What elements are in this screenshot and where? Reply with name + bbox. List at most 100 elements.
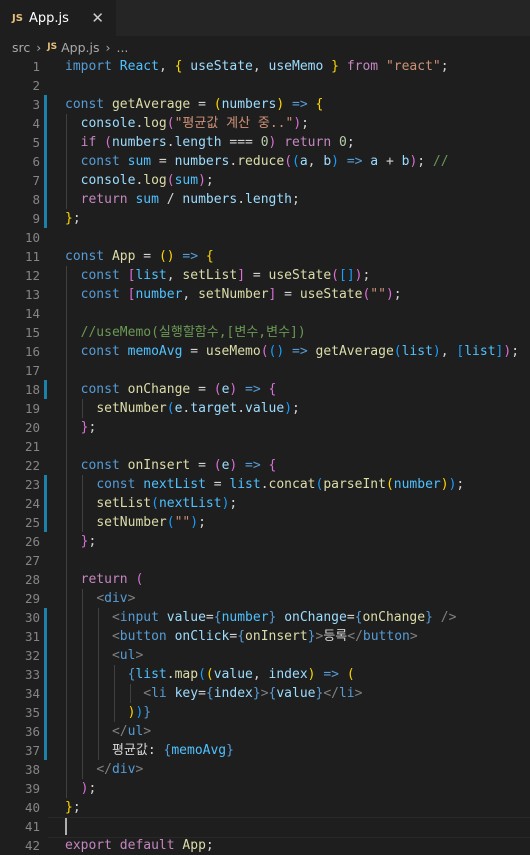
code-text: const [number, setNumber] = useState("")… <box>65 285 402 304</box>
code-line[interactable]: 36 </ul> <box>0 722 530 741</box>
code-line[interactable]: 28 return ( <box>0 570 530 589</box>
code-line[interactable]: 34 <li key={index}>{value}</li> <box>0 684 530 703</box>
code-line[interactable]: 41 <box>0 817 530 836</box>
code-line[interactable]: 31 <button onClick={onInsert}>등록</button… <box>0 627 530 646</box>
code-text: export default App; <box>65 836 214 855</box>
code-line[interactable]: 39 ); <box>0 779 530 798</box>
code-line[interactable]: 38 </div> <box>0 760 530 779</box>
code-text: import React, { useState, useMemo } from… <box>65 57 449 76</box>
code-token: ( <box>213 458 222 473</box>
code-line[interactable]: 12 const [list, setList] = useState([]); <box>0 266 530 285</box>
code-token: getAverage <box>315 344 394 359</box>
code-line[interactable]: 21 <box>0 437 530 456</box>
code-text: const getAverage = (numbers) => { <box>65 95 323 114</box>
tab-app-js[interactable]: JS App.js ✕ <box>0 0 116 36</box>
code-line[interactable]: 10 <box>0 228 530 247</box>
code-line[interactable]: 20 }; <box>0 418 530 437</box>
code-line[interactable]: 11 const App = () => { <box>0 247 530 266</box>
breadcrumb-folder[interactable]: src <box>12 40 30 55</box>
code-line[interactable]: 26 }; <box>0 532 530 551</box>
code-token: value <box>276 686 316 701</box>
line-number: 35 <box>24 705 40 720</box>
code-line[interactable]: 1 import React, { useState, useMemo } fro… <box>0 57 530 76</box>
code-token: parseInt <box>323 477 386 492</box>
code-line[interactable]: 7 console.log(sum); <box>0 171 530 190</box>
code-line[interactable]: 16 const memoAvg = useMemo(() => getAver… <box>0 342 530 361</box>
code-text: ))} <box>65 703 151 722</box>
code-line[interactable]: 25 setNumber(""); <box>0 513 530 532</box>
code-token: = <box>198 686 206 701</box>
code-line[interactable]: 24 setList(nextList); <box>0 494 530 513</box>
code-line[interactable]: 33 {list.map((value, index) => ( <box>0 665 530 684</box>
code-line[interactable]: 19 setNumber(e.target.value); <box>0 399 530 418</box>
code-line[interactable]: 14 <box>0 304 530 323</box>
breadcrumb-file[interactable]: App.js <box>61 40 99 55</box>
code-line[interactable]: 8 return sum / numbers.length; <box>0 190 530 209</box>
code-line[interactable]: 15 //useMemo(실행할함수,[변수,변수]) <box>0 323 530 342</box>
code-line[interactable]: 42 export default App; <box>0 836 530 855</box>
code-line[interactable]: 35 ))} <box>0 703 530 722</box>
code-token: ) <box>331 154 339 169</box>
code-token: </ <box>96 762 112 777</box>
code-token: value <box>245 401 285 416</box>
code-token: App <box>182 838 206 853</box>
code-token: = <box>346 610 355 625</box>
code-line[interactable]: 40}; <box>0 798 530 817</box>
code-text: <button onClick={onInsert}>등록</button> <box>65 627 418 646</box>
code-line[interactable]: 18 const onChange = (e) => { <box>0 380 530 399</box>
code-token: ) <box>385 287 394 302</box>
code-text: const [list, setList] = useState([]); <box>65 266 371 285</box>
code-token: => <box>346 154 363 169</box>
code-token: ; <box>292 401 300 416</box>
code-token: } <box>307 629 316 644</box>
code-editor[interactable]: 1 import React, { useState, useMemo } fro… <box>0 57 530 855</box>
code-token: > <box>409 629 418 644</box>
code-token: ) <box>432 344 441 359</box>
code-token: index <box>268 667 308 682</box>
code-token: number <box>221 610 269 625</box>
code-token: key <box>174 686 199 701</box>
code-token: = <box>276 287 300 302</box>
code-line[interactable]: 29 <div> <box>0 589 530 608</box>
code-token: a <box>299 154 308 169</box>
code-line[interactable]: 27 <box>0 551 530 570</box>
code-token: ) <box>307 667 316 682</box>
code-line[interactable]: 32 <ul> <box>0 646 530 665</box>
line-number: 36 <box>24 724 40 739</box>
code-line[interactable]: 22 const onInsert = (e) => { <box>0 456 530 475</box>
code-token: ( <box>158 249 167 264</box>
code-token: numbers <box>111 135 167 150</box>
code-line[interactable]: 4 console.log("평균값 계산 중.."); <box>0 114 530 133</box>
code-line[interactable]: 9}; <box>0 209 530 228</box>
code-token: ; <box>198 515 206 530</box>
code-token: ) <box>190 515 199 530</box>
code-token: < <box>143 686 152 701</box>
code-line[interactable]: 17 <box>0 361 530 380</box>
breadcrumb-more[interactable]: ... <box>116 40 128 55</box>
code-line[interactable]: 6 const sum = numbers.reduce((a, b) => a… <box>0 152 530 171</box>
code-token: </ <box>323 686 339 701</box>
code-token: return <box>80 572 128 587</box>
code-token: onInsert <box>245 629 308 644</box>
code-line[interactable]: 37 평균값: {memoAvg} <box>0 741 530 760</box>
code-token: ; <box>205 838 214 853</box>
code-line[interactable]: 5 if (numbers.length === 0) return 0; <box>0 133 530 152</box>
code-line[interactable]: 13 const [number, setNumber] = useState(… <box>0 285 530 304</box>
code-line[interactable]: 30 <input value={number} onChange={onCha… <box>0 608 530 627</box>
code-line[interactable]: 23 const nextList = list.concat (parseInt… <box>0 475 530 494</box>
code-token: = <box>135 249 159 264</box>
code-token: const <box>80 154 128 169</box>
code-line[interactable]: 2 <box>0 76 530 95</box>
close-icon[interactable]: ✕ <box>91 9 104 27</box>
code-line[interactable]: 3 const getAverage = (numbers) => { <box>0 95 530 114</box>
code-token: , <box>182 287 199 302</box>
